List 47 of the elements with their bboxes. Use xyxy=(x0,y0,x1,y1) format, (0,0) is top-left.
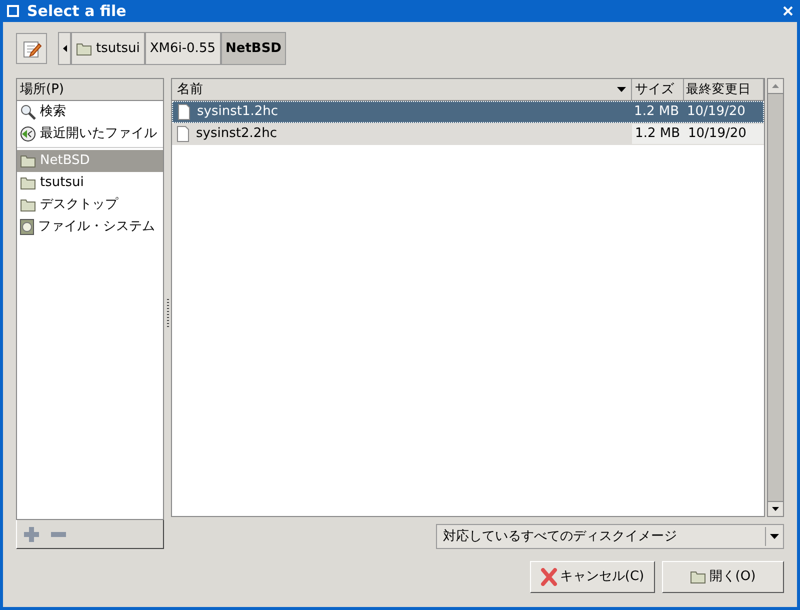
left-arrow-icon xyxy=(62,45,66,52)
path-segment[interactable]: NetBSD xyxy=(220,32,286,65)
column-header[interactable]: 場所(P) xyxy=(17,79,163,101)
column-header[interactable]: 最終変更日 xyxy=(684,79,764,100)
window-title: Select a file xyxy=(27,0,128,22)
place-item[interactable]: デスクトップ xyxy=(17,194,163,216)
folder-icon xyxy=(690,570,706,584)
close-icon[interactable] xyxy=(783,6,793,16)
file-size: 1.2 MB xyxy=(633,103,680,122)
down-arrow-icon[interactable] xyxy=(772,507,779,511)
document-icon xyxy=(176,126,190,142)
window-menu-icon[interactable] xyxy=(7,5,19,17)
pencil-note-icon xyxy=(22,38,42,58)
up-arrow-icon[interactable] xyxy=(772,84,779,88)
file-row[interactable]: sysinst2.2hc 1.2 MB 10/19/20 xyxy=(172,123,764,145)
file-row[interactable]: sysinst1.2hc 1.2 MB 10/19/20 xyxy=(172,101,764,123)
file-size: 1.2 MB xyxy=(632,124,684,144)
folder-icon xyxy=(20,154,36,168)
modified-date: 10/19/20 xyxy=(686,103,746,122)
modified-date: 10/19/20 xyxy=(684,124,764,144)
path-segment[interactable]: tsutsui xyxy=(71,32,145,65)
clock-icon xyxy=(20,126,36,142)
column-header[interactable]: サイズ xyxy=(632,79,684,100)
place-item[interactable]: ファイル・システム xyxy=(17,216,163,238)
scroll-left-button[interactable] xyxy=(58,32,71,65)
drive-icon xyxy=(20,219,34,235)
open-button[interactable]: 開く(O) xyxy=(662,561,784,593)
column-header[interactable]: 名前 xyxy=(172,79,632,100)
file-name: sysinst1.2hc xyxy=(197,103,278,122)
dropdown-arrow-icon xyxy=(770,534,779,539)
place-item[interactable]: tsutsui xyxy=(17,172,163,194)
folder-icon xyxy=(20,198,36,212)
file-name: sysinst2.2hc xyxy=(196,125,278,144)
scrollbar[interactable] xyxy=(767,78,784,517)
magnifier-icon xyxy=(20,104,36,120)
path-segment[interactable]: XM6i-0.55 xyxy=(144,32,220,65)
filter-dropdown[interactable]: 対応しているすべてのディスクイメージ xyxy=(436,524,784,549)
folder-icon xyxy=(76,42,92,56)
cancel-button[interactable]: キャンセル(C) xyxy=(530,561,655,593)
sort-arrow-icon xyxy=(617,87,626,92)
pane-handle-icon[interactable] xyxy=(166,298,168,328)
place-item[interactable]: 検索 xyxy=(17,101,163,123)
folder-icon xyxy=(20,176,36,190)
place-item[interactable]: 最近開いたファイル xyxy=(17,123,163,145)
edit-location-button[interactable] xyxy=(16,33,47,64)
document-icon xyxy=(177,104,191,120)
x-icon xyxy=(540,568,557,586)
